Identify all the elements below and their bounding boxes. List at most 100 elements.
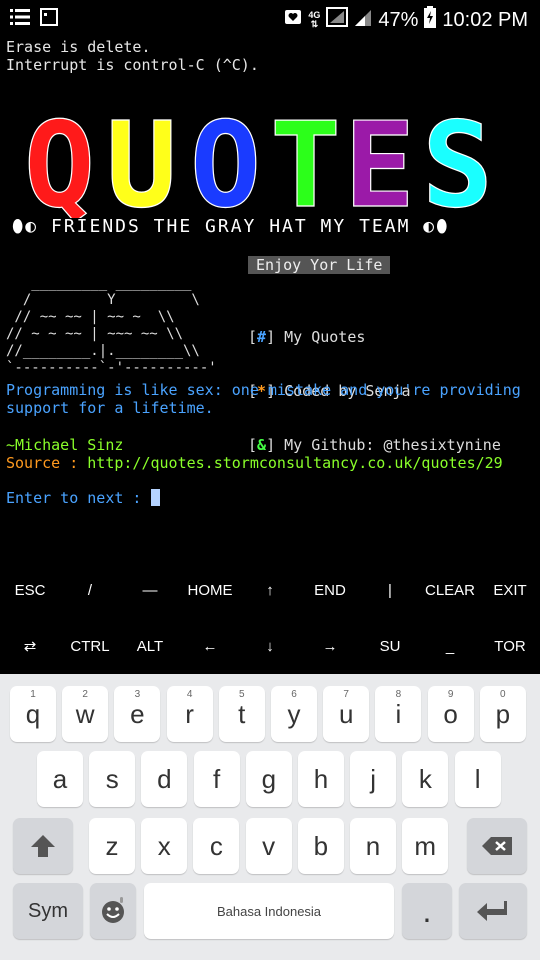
key-label: j [370, 763, 377, 794]
key-l[interactable]: l [454, 751, 501, 807]
key-hint: 8 [395, 689, 402, 700]
banner-letter-s: S [422, 108, 493, 218]
key-i[interactable]: i8 [375, 686, 422, 742]
shift-key[interactable] [13, 818, 73, 874]
backspace-key[interactable] [467, 818, 527, 874]
key-t[interactable]: t5 [218, 686, 265, 742]
period-key[interactable]: . [402, 883, 452, 939]
status-bar: 4G ⇅ 47% 10:02 PM [0, 0, 540, 36]
key-label: s [105, 763, 119, 794]
key-e[interactable]: e3 [114, 686, 161, 742]
extra-keys-row-2: ⇄ CTRL ALT ← ↓ → SU _ TOR [0, 618, 540, 674]
key-label: n [365, 830, 381, 861]
key-z[interactable]: z [89, 818, 135, 874]
extra-key[interactable]: ↑ [240, 562, 300, 618]
key-label: y [287, 698, 301, 729]
banner-letter-o: O [190, 108, 261, 218]
key-label: f [212, 763, 221, 794]
menu-item-quotes: [#] My Quotes [248, 328, 366, 346]
key-label: v [262, 830, 276, 861]
key-hint: 7 [343, 689, 349, 700]
extra-key[interactable]: — [120, 562, 180, 618]
extra-key[interactable]: END [300, 562, 360, 618]
key-hint: 9 [447, 689, 454, 700]
network-type: 4G ⇅ [308, 10, 321, 29]
menu-item-github: [&] My Github: @thesixtynine [248, 436, 501, 454]
space-key[interactable]: Bahasa Indonesia [144, 883, 394, 939]
key-g[interactable]: g [245, 751, 292, 807]
extra-key[interactable]: ← [180, 618, 240, 674]
key-s[interactable]: s [89, 751, 136, 807]
extra-key[interactable]: | [360, 562, 420, 618]
enter-key[interactable] [459, 883, 527, 939]
extra-key[interactable]: ⇄ [0, 618, 60, 674]
key-b[interactable]: b [297, 818, 344, 874]
key-label: t [238, 698, 246, 729]
key-a[interactable]: a [37, 751, 83, 807]
quotes-banner: QUOTES [23, 108, 493, 218]
extra-key[interactable]: ↓ [240, 618, 300, 674]
extra-key[interactable]: CLEAR [420, 562, 480, 618]
terminal-line: Interrupt is control-C (^C). [6, 56, 259, 74]
extra-key[interactable]: CTRL [60, 618, 120, 674]
extra-key[interactable]: → [300, 618, 360, 674]
key-label: m [414, 830, 437, 861]
key-label: k [418, 763, 432, 794]
key-c[interactable]: c [193, 818, 240, 874]
key-x[interactable]: x [141, 818, 188, 874]
key-label: r [185, 698, 194, 729]
extra-key[interactable]: TOR [480, 618, 540, 674]
source-label: Source [6, 454, 61, 472]
quote-source: Source : http://quotes.stormconsultancy.… [6, 454, 503, 472]
signal-icon [326, 7, 349, 33]
enjoy-label: Enjoy Yor Life [248, 256, 391, 274]
key-m[interactable]: m [402, 818, 449, 874]
key-label: x [157, 830, 171, 861]
extra-key[interactable]: ESC [0, 562, 60, 618]
key-y[interactable]: y6 [271, 686, 317, 742]
key-h[interactable]: h [298, 751, 344, 807]
emoji-key[interactable] [90, 883, 136, 939]
backspace-icon [482, 837, 512, 855]
key-q[interactable]: q1 [10, 686, 56, 742]
enter-icon [477, 901, 507, 921]
banner-letter-e: E [344, 108, 415, 218]
key-f[interactable]: f [193, 751, 240, 807]
extra-key[interactable]: HOME [180, 562, 240, 618]
extra-key[interactable]: ALT [120, 618, 180, 674]
extra-key[interactable]: _ [420, 618, 480, 674]
key-hint: 3 [134, 689, 141, 700]
terminal-cursor [150, 489, 160, 506]
key-v[interactable]: v [245, 818, 292, 874]
clock: 10:02 PM [442, 8, 528, 31]
key-hint: 2 [82, 689, 88, 700]
terminal-notification-icon [40, 8, 58, 31]
key-o[interactable]: o9 [427, 686, 474, 742]
extra-key[interactable]: SU [360, 618, 420, 674]
key-r[interactable]: r4 [166, 686, 213, 742]
extra-key[interactable]: / [60, 562, 120, 618]
book-ascii-art: _________ _________ / Y \ // ~~ ~~ | ~~ … [6, 275, 217, 376]
key-d[interactable]: d [141, 751, 188, 807]
key-p[interactable]: p0 [479, 686, 526, 742]
source-url[interactable]: http://quotes.stormconsultancy.co.uk/quo… [87, 454, 502, 472]
emoji-icon [102, 897, 124, 923]
key-n[interactable]: n [350, 818, 396, 874]
key-label: e [130, 698, 145, 729]
key-hint: 4 [186, 689, 193, 700]
key-hint: 5 [239, 689, 245, 700]
quote-author: ~Michael Sinz [6, 436, 124, 454]
battery-percent: 47% [378, 8, 419, 31]
key-label: c [209, 830, 223, 861]
next-prompt[interactable]: Enter to next : [6, 489, 160, 507]
key-w[interactable]: w2 [62, 686, 109, 742]
key-label: b [313, 830, 329, 861]
extra-key[interactable]: EXIT [480, 562, 540, 618]
key-label: l [474, 763, 481, 794]
extra-keys-row-1: ESC / — HOME ↑ END | CLEAR EXIT [0, 562, 540, 618]
key-k[interactable]: k [402, 751, 449, 807]
sym-key[interactable]: Sym [13, 883, 83, 939]
key-j[interactable]: j [350, 751, 397, 807]
key-label: w [75, 698, 95, 729]
key-u[interactable]: u7 [323, 686, 370, 742]
